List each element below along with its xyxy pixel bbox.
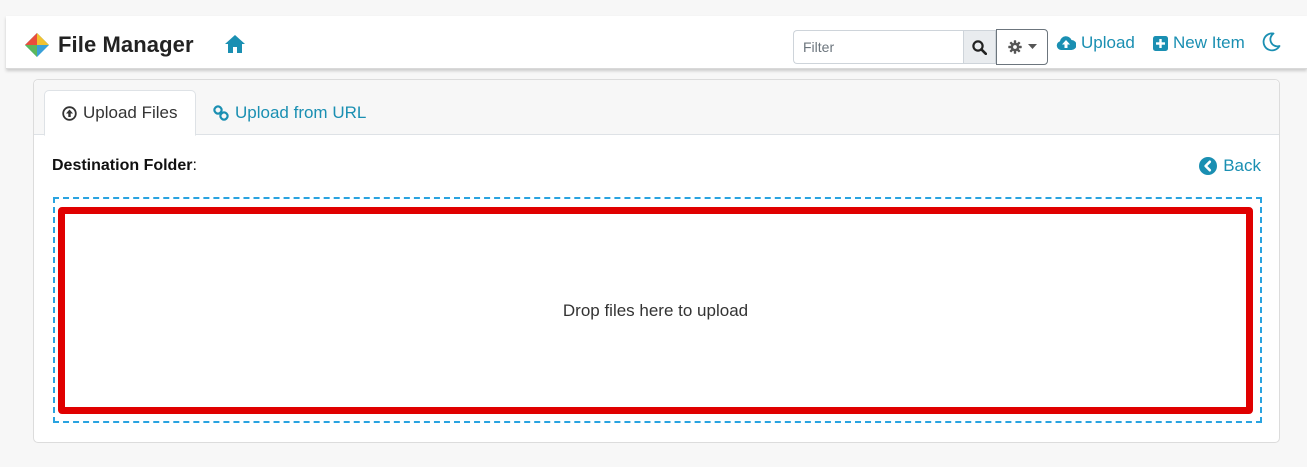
back-button[interactable]: Back — [1199, 156, 1261, 176]
caret-down-icon — [1027, 44, 1037, 49]
cloud-upload-icon — [1056, 36, 1076, 50]
dropzone-message: Drop files here to upload — [562, 300, 749, 320]
search-button[interactable] — [963, 30, 996, 64]
chevron-circle-left-icon — [1199, 157, 1218, 175]
top-navbar: File Manager Filter Upload New Item — [6, 16, 1307, 69]
tab-upload-files[interactable]: Upload Files — [44, 90, 196, 136]
destination-label-suffix: : — [192, 157, 197, 174]
arrow-circle-up-icon — [62, 105, 77, 121]
new-item-link[interactable]: New Item — [1153, 33, 1245, 53]
filter-input[interactable] — [793, 30, 963, 64]
filter-group — [793, 29, 1048, 65]
destination-folder-label: Destination Folder: — [52, 157, 197, 175]
brand[interactable]: File Manager — [24, 32, 194, 58]
app-logo-icon — [25, 33, 49, 57]
tab-label: Upload Files — [83, 103, 178, 122]
home-icon[interactable] — [225, 35, 245, 53]
back-label: Back — [1223, 156, 1261, 175]
tab-bar: Upload Files Upload from URL — [34, 80, 1279, 136]
dropzone-highlight: Drop files here to upload — [58, 207, 1253, 414]
app-title: File Manager — [58, 32, 194, 57]
plus-square-icon — [1153, 35, 1168, 51]
tab-label: Upload from URL — [235, 103, 367, 122]
gear-icon — [1007, 40, 1022, 54]
upload-label: Upload — [1081, 33, 1135, 52]
settings-dropdown-button[interactable] — [996, 29, 1048, 65]
moon-icon[interactable] — [1261, 32, 1281, 52]
new-item-label: New Item — [1173, 33, 1245, 52]
tab-upload-from-url[interactable]: Upload from URL — [196, 90, 383, 136]
upload-link[interactable]: Upload — [1056, 33, 1135, 53]
upload-card: Upload Files Upload from URL Destination… — [33, 79, 1280, 443]
destination-label-text: Destination Folder — [52, 157, 193, 174]
link-icon — [213, 105, 229, 121]
file-dropzone[interactable]: Drop files here to upload — [53, 197, 1262, 423]
search-icon — [972, 39, 987, 55]
